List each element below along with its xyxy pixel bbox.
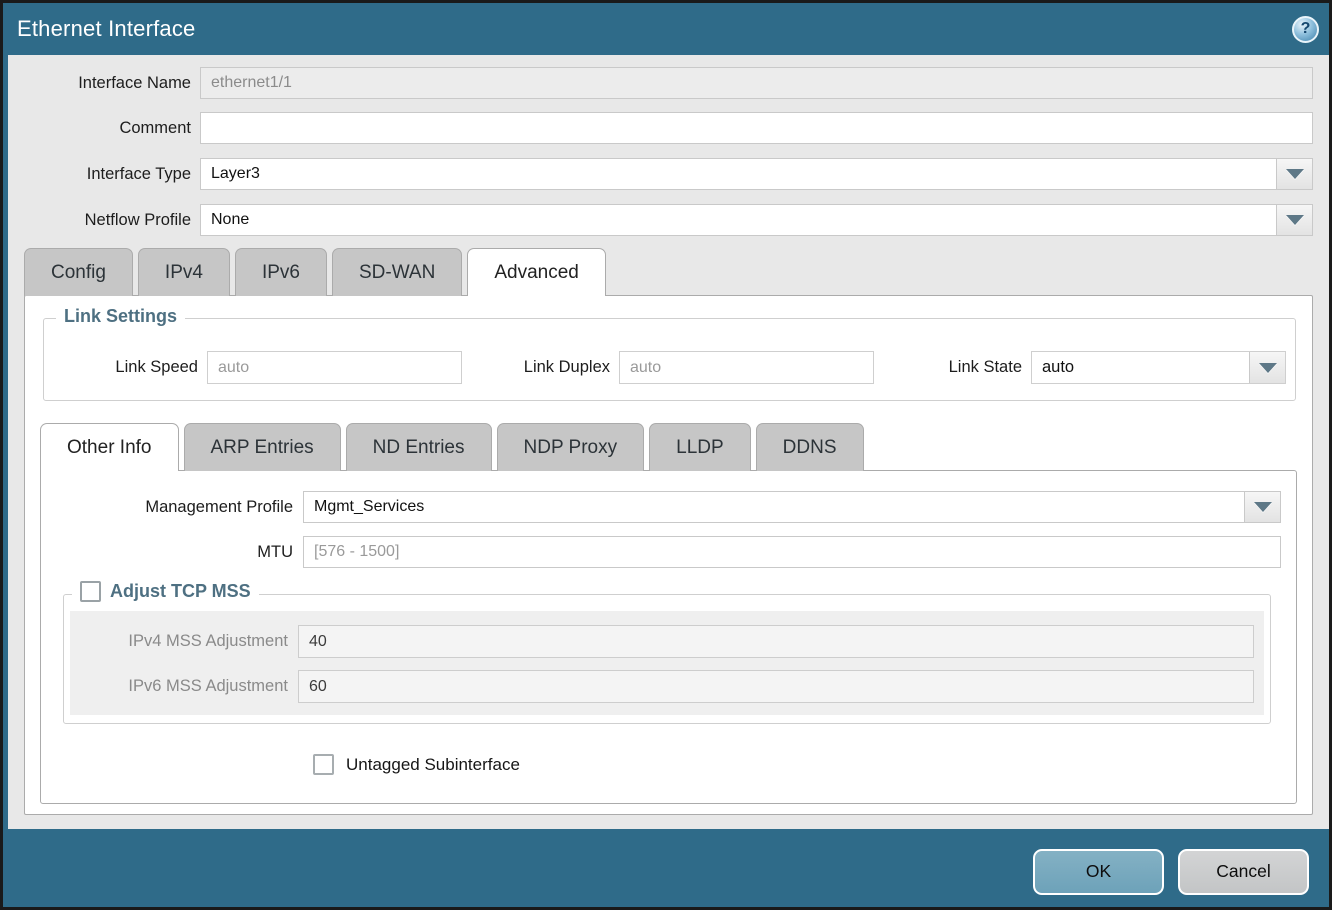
chevron-down-icon [1259,363,1277,373]
untagged-subinterface-label: Untagged Subinterface [346,755,520,775]
adjust-tcp-mss-label: Adjust TCP MSS [110,581,251,602]
link-state-label: Link State [936,358,1031,377]
link-speed-label: Link Speed [102,358,207,377]
dialog-body: Interface Name Comment Interface Type La… [3,55,1329,907]
netflow-profile-dropdown-button[interactable] [1276,205,1312,235]
tab-ddns[interactable]: DDNS [756,423,864,471]
tab-nd-entries[interactable]: ND Entries [346,423,492,471]
netflow-profile-label: Netflow Profile [8,211,200,230]
link-settings-fieldset: Link Settings Link Speed Link Duplex [43,318,1296,401]
dialog-title: Ethernet Interface [17,16,195,42]
interface-type-dropdown-button[interactable] [1276,159,1312,189]
management-profile-dropdown[interactable]: Mgmt_Services [303,491,1281,523]
comment-label: Comment [8,119,200,138]
ipv6-mss-row: IPv6 MSS Adjustment [70,670,1254,703]
adjust-tcp-mss-legend: Adjust TCP MSS [72,581,259,602]
link-state-value: auto [1032,352,1249,383]
chevron-down-icon [1254,502,1272,512]
management-profile-label: Management Profile [41,498,303,517]
mtu-row: MTU [41,536,1281,568]
mtu-field[interactable] [303,536,1281,568]
link-duplex-label: Link Duplex [507,358,619,377]
management-profile-dropdown-button[interactable] [1244,492,1280,522]
mtu-label: MTU [41,543,303,562]
tab-ipv4[interactable]: IPv4 [138,248,230,296]
help-glyph: ? [1301,20,1311,38]
comment-field[interactable] [200,112,1313,144]
interface-type-row: Interface Type Layer3 [8,158,1313,190]
ipv4-mss-row: IPv4 MSS Adjustment [70,625,1254,658]
ok-button[interactable]: OK [1033,849,1164,895]
interface-name-row: Interface Name [8,67,1313,99]
link-speed-field[interactable] [207,351,462,384]
adjust-tcp-mss-checkbox[interactable] [80,581,101,602]
tab-sd-wan[interactable]: SD-WAN [332,248,462,296]
netflow-profile-dropdown[interactable]: None [200,204,1313,236]
adjust-tcp-mss-fieldset: Adjust TCP MSS IPv4 MSS Adjustment IPv6 … [63,594,1271,724]
interface-name-label: Interface Name [8,74,200,93]
chevron-down-icon [1286,169,1304,179]
tab-ipv6[interactable]: IPv6 [235,248,327,296]
interface-name-field [200,67,1313,99]
interface-type-label: Interface Type [8,165,200,184]
footer: OK Cancel [8,829,1329,907]
ipv4-mss-field [298,625,1254,658]
comment-row: Comment [8,112,1313,144]
tab-other-info[interactable]: Other Info [40,423,179,471]
tab-advanced[interactable]: Advanced [467,248,606,296]
untagged-subinterface-row: Untagged Subinterface [313,754,1296,775]
interface-type-dropdown[interactable]: Layer3 [200,158,1313,190]
main-tabstrip: Config IPv4 IPv6 SD-WAN Advanced [24,248,1329,296]
other-info-panel: Management Profile Mgmt_Services MTU [40,470,1297,804]
netflow-profile-row: Netflow Profile None [8,204,1313,236]
untagged-subinterface-checkbox[interactable] [313,754,334,775]
link-settings-legend: Link Settings [56,306,185,327]
advanced-tab-panel: Link Settings Link Speed Link Duplex [24,295,1313,815]
cancel-button[interactable]: Cancel [1178,849,1309,895]
help-icon[interactable]: ? [1292,16,1319,43]
management-profile-row: Management Profile Mgmt_Services [41,491,1281,523]
link-duplex-field[interactable] [619,351,874,384]
ipv6-mss-label: IPv6 MSS Adjustment [70,677,298,696]
ethernet-interface-dialog: Ethernet Interface ? Interface Name Comm… [0,0,1332,910]
management-profile-value: Mgmt_Services [304,498,1244,516]
tab-ndp-proxy[interactable]: NDP Proxy [497,423,645,471]
inner-tabstrip: Other Info ARP Entries ND Entries NDP Pr… [40,423,1312,471]
ipv6-mss-field [298,670,1254,703]
mss-disabled-area: IPv4 MSS Adjustment IPv6 MSS Adjustment [70,611,1264,715]
link-state-dropdown[interactable]: auto [1031,351,1286,384]
tab-arp-entries[interactable]: ARP Entries [184,423,341,471]
ipv4-mss-label: IPv4 MSS Adjustment [70,632,298,651]
titlebar: Ethernet Interface ? [3,3,1329,55]
interface-type-value: Layer3 [201,165,1276,183]
chevron-down-icon [1286,215,1304,225]
tab-lldp[interactable]: LLDP [649,423,751,471]
tab-config[interactable]: Config [24,248,133,296]
link-state-dropdown-button[interactable] [1249,352,1285,383]
netflow-profile-value: None [201,211,1276,229]
